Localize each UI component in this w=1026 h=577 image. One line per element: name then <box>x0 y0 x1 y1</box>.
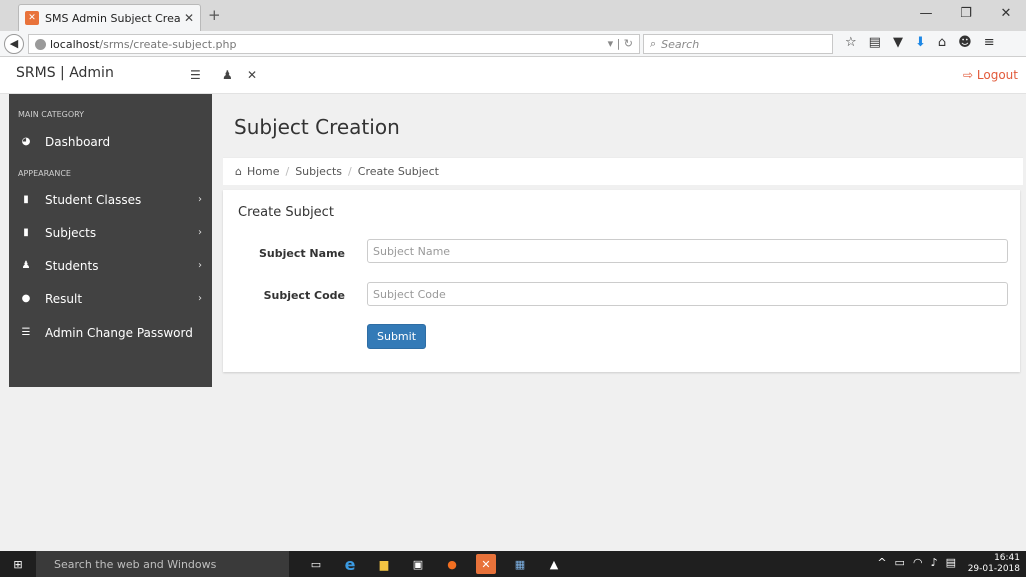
reading-list-icon[interactable]: ▤ <box>869 35 881 50</box>
restore-icon[interactable]: ❐ <box>946 0 986 31</box>
browser-search-bar[interactable]: ⌕ Search <box>643 34 833 54</box>
sidebar: MAIN CATEGORY ◕ Dashboard APPEARANCE ▮ S… <box>9 94 212 387</box>
photos-icon[interactable]: ▲ <box>544 554 564 574</box>
subject-code-label: Subject Code <box>263 289 345 302</box>
sidebar-category-appearance: APPEARANCE <box>18 169 71 178</box>
sidebar-item-label: Admin Change Password <box>45 325 193 340</box>
file-explorer-icon[interactable]: ▆ <box>374 554 394 574</box>
taskbar-search[interactable]: Search the web and Windows <box>36 551 289 577</box>
info-icon: ● <box>21 293 31 304</box>
sidebar-item-label: Student Classes <box>45 192 142 207</box>
sidebar-item-label: Dashboard <box>45 134 111 149</box>
breadcrumb-separator: / <box>285 165 290 178</box>
brand-title: SRMS | Admin <box>16 65 114 81</box>
home-icon: ⌂ <box>235 165 242 178</box>
subject-code-input[interactable] <box>367 282 1008 306</box>
home-icon[interactable]: ⌂ <box>938 35 946 50</box>
notepad-icon[interactable]: ▦ <box>510 554 530 574</box>
sidebar-item-students[interactable]: ♟ Students › <box>9 249 212 282</box>
task-view-icon[interactable]: ▭ <box>306 554 326 574</box>
wifi-icon[interactable]: ◠ <box>913 556 923 569</box>
back-arrow-icon[interactable]: ◀ <box>4 34 24 54</box>
sidebar-item-admin-change-password[interactable]: ☰ Admin Change Password <box>9 316 212 349</box>
breadcrumb-home[interactable]: Home <box>247 165 279 178</box>
browser-toolbar: ☆ ▤ ▼ ⬇ ⌂ ☻ ≡ <box>845 35 995 50</box>
windows-taskbar: ⊞ Search the web and Windows ▭ e ▆ ▣ ● ✕… <box>0 551 1026 577</box>
clock-time: 16:41 <box>994 553 1020 563</box>
window-controls: — ❐ ✕ <box>906 0 1026 31</box>
battery-icon[interactable]: ▭ <box>895 556 905 569</box>
breadcrumb-subjects[interactable]: Subjects <box>295 165 342 178</box>
edge-icon[interactable]: e <box>340 554 360 574</box>
system-tray: ^ ▭ ◠ ♪ ▤ <box>877 556 956 569</box>
minimize-icon[interactable]: — <box>906 0 946 31</box>
url-bar[interactable]: localhost/srms/create-subject.php ▾ | ↻ <box>28 34 640 54</box>
fullscreen-icon[interactable]: ✕ <box>247 68 257 82</box>
sidebar-item-student-classes[interactable]: ▮ Student Classes › <box>9 183 212 216</box>
chevron-right-icon: › <box>198 194 202 205</box>
sidebar-category-main: MAIN CATEGORY <box>18 110 85 119</box>
user-icon[interactable]: ♟ <box>222 68 233 82</box>
firefox-icon[interactable]: ● <box>442 554 462 574</box>
bookmark-star-icon[interactable]: ☆ <box>845 35 857 50</box>
windows-start-icon[interactable]: ⊞ <box>0 551 36 577</box>
browser-nav-bar: ◀ localhost/srms/create-subject.php ▾ | … <box>0 31 1026 57</box>
chevron-right-icon: › <box>198 293 202 304</box>
url-host: localhost <box>50 37 100 51</box>
browser-tab-title: SMS Admin Subject Creati... <box>45 11 180 25</box>
download-icon[interactable]: ⬇ <box>915 35 926 50</box>
browser-tab-bar: ✕ SMS Admin Subject Creati... ✕ + — ❐ ✕ <box>0 0 1026 31</box>
create-subject-panel: Create Subject Subject Name Subject Code… <box>223 190 1020 372</box>
browser-search-placeholder: Search <box>661 37 700 51</box>
file-icon: ▮ <box>23 227 29 238</box>
sidebar-toggle-icon[interactable]: ☰ <box>190 68 201 82</box>
chevron-right-icon: › <box>198 227 202 238</box>
file-icon: ▮ <box>23 194 29 205</box>
sidebar-item-subjects[interactable]: ▮ Subjects › <box>9 216 212 249</box>
close-window-icon[interactable]: ✕ <box>986 0 1026 31</box>
sidebar-item-label: Students <box>45 258 99 273</box>
panel-heading: Create Subject <box>238 205 334 220</box>
menu-icon[interactable]: ≡ <box>984 35 995 50</box>
new-tab-button[interactable]: + <box>208 6 221 24</box>
list-icon: ☰ <box>21 327 31 338</box>
taskbar-clock[interactable]: 16:41 29-01-2018 <box>968 553 1020 575</box>
chevron-up-icon[interactable]: ^ <box>877 556 886 569</box>
chevron-right-icon: › <box>198 260 202 271</box>
page-title: Subject Creation <box>234 115 400 139</box>
sidebar-item-label: Subjects <box>45 225 97 240</box>
pocket-icon[interactable]: ▼ <box>893 35 903 50</box>
app-header: SRMS | Admin ☰ ♟ ✕ ⇨ Logout <box>0 57 1026 94</box>
subject-name-input[interactable] <box>367 239 1008 263</box>
submit-button[interactable]: Submit <box>367 324 426 349</box>
breadcrumb: ⌂ Home / Subjects / Create Subject <box>223 157 1023 185</box>
xampp-icon[interactable]: ✕ <box>476 554 496 574</box>
browser-tab[interactable]: ✕ SMS Admin Subject Creati... ✕ <box>18 4 201 31</box>
store-icon[interactable]: ▣ <box>408 554 428 574</box>
volume-icon[interactable]: ♪ <box>931 556 938 569</box>
taskbar-apps: ▭ e ▆ ▣ ● ✕ ▦ ▲ <box>306 554 564 574</box>
logout-label: Logout <box>976 68 1018 82</box>
url-path: /srms/create-subject.php <box>99 37 237 51</box>
breadcrumb-create-subject: Create Subject <box>357 165 439 178</box>
users-icon: ♟ <box>21 260 31 271</box>
subject-name-label: Subject Name <box>258 247 345 260</box>
magnifier-icon: ⌕ <box>650 37 657 50</box>
notification-icon[interactable]: ▤ <box>946 556 956 569</box>
sidebar-item-dashboard[interactable]: ◕ Dashboard <box>9 125 212 158</box>
sign-out-icon: ⇨ <box>963 68 974 82</box>
logout-button[interactable]: ⇨ Logout <box>963 68 1018 82</box>
site-info-icon[interactable] <box>35 38 46 50</box>
sidebar-item-result[interactable]: ● Result › <box>9 282 212 315</box>
sidebar-item-label: Result <box>45 291 83 306</box>
xampp-favicon-icon: ✕ <box>25 11 39 25</box>
chat-icon[interactable]: ☻ <box>958 35 972 50</box>
breadcrumb-separator: / <box>348 165 352 178</box>
close-tab-icon[interactable]: ✕ <box>184 11 194 25</box>
clock-date: 29-01-2018 <box>967 564 1020 574</box>
dashboard-icon: ◕ <box>21 136 31 147</box>
reload-icon[interactable]: ▾ | ↻ <box>608 37 633 50</box>
